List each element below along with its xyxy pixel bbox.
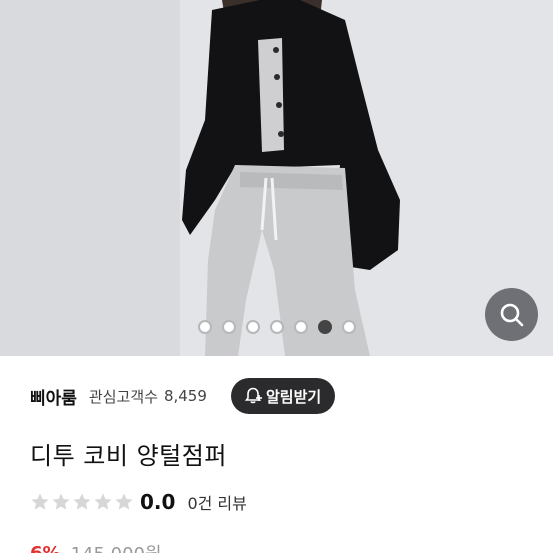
- carousel-dot-active[interactable]: [317, 320, 332, 334]
- product-photo: [0, 0, 553, 356]
- carousel-indicator: [0, 320, 553, 334]
- bell-plus-icon: [243, 386, 263, 406]
- rating-summary[interactable]: 0.0 0건 리뷰: [30, 488, 247, 516]
- star-icon: [94, 493, 112, 510]
- follower-label: 관심고객수: [88, 387, 158, 406]
- product-title: 디투 코비 양털점퍼: [30, 442, 227, 470]
- review-count[interactable]: 0건 리뷰: [187, 490, 246, 514]
- carousel-dot[interactable]: [269, 320, 284, 334]
- discount-rate: 6%: [30, 542, 61, 553]
- carousel-dot[interactable]: [293, 320, 308, 334]
- rating-score: 0.0: [140, 490, 176, 514]
- star-icon: [115, 493, 133, 510]
- star-icon: [73, 493, 91, 510]
- original-price: 145,000원: [71, 540, 162, 553]
- star-icon: [52, 493, 70, 510]
- carousel-dot[interactable]: [221, 320, 236, 334]
- carousel-dot[interactable]: [245, 320, 260, 334]
- notification-subscribe-button[interactable]: 알림받기: [231, 378, 336, 414]
- carousel-dot[interactable]: [341, 320, 356, 334]
- carousel-dot[interactable]: [197, 320, 212, 334]
- product-image-gallery[interactable]: [0, 0, 553, 356]
- price-info: 6% 145,000원: [30, 540, 162, 553]
- shop-name[interactable]: 삐아룸: [30, 384, 77, 409]
- zoom-button[interactable]: [485, 288, 538, 341]
- alert-button-label: 알림받기: [266, 387, 322, 406]
- follower-count: 8,459: [163, 387, 207, 405]
- star-icon: [31, 493, 49, 510]
- rating-stars: [30, 492, 134, 512]
- search-icon: [500, 303, 523, 326]
- shop-info: 삐아룸 관심고객수 8,459 알림받기: [30, 378, 553, 414]
